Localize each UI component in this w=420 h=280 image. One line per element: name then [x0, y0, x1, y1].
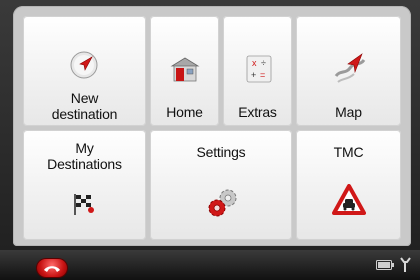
extras-icon: x ÷ + =: [246, 55, 272, 83]
navigation-screen: New destination Home x ÷ + = Extras Map …: [0, 0, 420, 280]
tmc-button[interactable]: TMC: [296, 130, 401, 240]
new-destination-button[interactable]: New destination: [23, 16, 146, 126]
my-destinations-button[interactable]: My Destinations: [23, 130, 146, 240]
navigation-arrow-icon: [70, 51, 98, 79]
hangup-button[interactable]: [37, 259, 67, 277]
checkered-flag-icon: [74, 194, 94, 215]
extras-label: Extras: [238, 104, 277, 120]
traffic-warning-icon: [332, 184, 366, 215]
extras-button[interactable]: x ÷ + = Extras: [223, 16, 292, 126]
map-icon: [334, 53, 366, 83]
svg-text:x: x: [252, 58, 257, 68]
main-menu-panel: New destination Home x ÷ + = Extras Map …: [13, 6, 411, 246]
home-label: Home: [166, 104, 203, 120]
new-destination-label-line1: New: [70, 90, 99, 106]
settings-button[interactable]: Settings: [150, 130, 292, 240]
map-label: Map: [335, 104, 362, 120]
phone-hangup-icon: [44, 266, 60, 272]
settings-label: Settings: [196, 144, 246, 160]
my-destinations-label-line2: Destinations: [47, 156, 122, 172]
map-button[interactable]: Map: [296, 16, 401, 126]
home-icon: [170, 57, 200, 82]
svg-text:=: =: [260, 70, 265, 80]
wrench-icon[interactable]: [398, 257, 412, 273]
battery-icon: [376, 260, 394, 270]
new-destination-label-line2: destination: [51, 106, 118, 122]
my-destinations-label-line1: My: [75, 140, 94, 156]
svg-text:÷: ÷: [261, 58, 266, 68]
gears-icon: [208, 189, 237, 217]
svg-text:+: +: [251, 70, 256, 80]
tmc-label: TMC: [333, 144, 364, 160]
home-button[interactable]: Home: [150, 16, 219, 126]
